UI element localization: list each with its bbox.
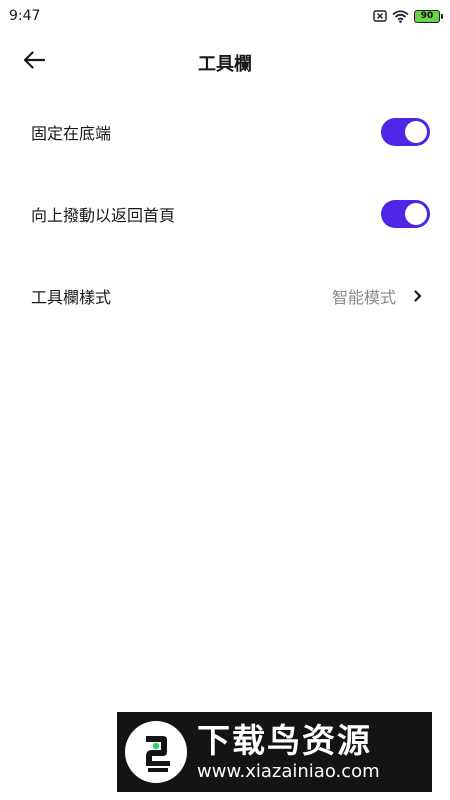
bird-logo-icon bbox=[125, 721, 187, 783]
watermark-url: www.xiazainiao.com bbox=[197, 761, 380, 782]
watermark-banner: 下载鸟资源 www.xiazainiao.com bbox=[117, 712, 432, 792]
header: 工具欄 bbox=[0, 40, 450, 84]
toggle-knob bbox=[405, 121, 427, 143]
toolbar-style-value: 智能模式 bbox=[331, 288, 396, 307]
setting-toolbar-style[interactable]: 工具欄樣式 智能模式 bbox=[0, 266, 450, 326]
wifi-icon bbox=[392, 9, 409, 23]
setting-label: 向上撥動以返回首頁 bbox=[31, 206, 176, 225]
sim-off-icon bbox=[373, 10, 387, 22]
toolbar-settings-screen: 9:47 90 工具欄 固定在底端 向上撥動以返回首頁 工具欄樣式 智能模式 下… bbox=[0, 0, 450, 800]
setting-pin-bottom[interactable]: 固定在底端 bbox=[0, 102, 450, 162]
page-title: 工具欄 bbox=[198, 54, 252, 75]
toggle-knob bbox=[405, 203, 427, 225]
status-icons: 90 bbox=[373, 9, 443, 23]
toolbar-style-value-wrap: 智能模式 bbox=[332, 284, 430, 308]
watermark-text: 下载鸟资源 www.xiazainiao.com bbox=[197, 721, 380, 783]
setting-swipe-up-home[interactable]: 向上撥動以返回首頁 bbox=[0, 184, 450, 244]
status-time: 9:47 bbox=[9, 8, 41, 24]
battery-icon: 90 bbox=[414, 9, 443, 23]
status-bar: 9:47 90 bbox=[0, 0, 450, 32]
setting-label: 固定在底端 bbox=[31, 124, 112, 143]
chevron-right-icon bbox=[414, 287, 422, 306]
battery-level: 90 bbox=[420, 10, 434, 21]
watermark-title: 下载鸟资源 bbox=[197, 721, 372, 760]
setting-label: 工具欄樣式 bbox=[31, 288, 112, 307]
pin-bottom-toggle[interactable] bbox=[381, 118, 430, 146]
swipe-up-home-toggle[interactable] bbox=[381, 200, 430, 228]
